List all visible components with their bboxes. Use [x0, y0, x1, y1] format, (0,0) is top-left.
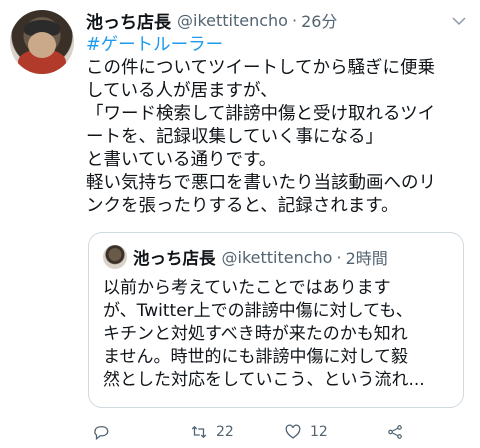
- separator-dot: ·: [291, 10, 298, 30]
- user-handle[interactable]: @ikettitencho: [177, 11, 288, 30]
- quoted-display-name: 池っち店長: [133, 249, 216, 268]
- tweet-line: している人が居ますが、: [86, 81, 278, 101]
- quoted-avatar: [103, 245, 127, 269]
- reply-icon: [94, 426, 109, 441]
- hashtag-link[interactable]: #ゲートルーラー: [86, 34, 466, 57]
- tweet-text: #ゲートルーラー この件についてツイートしてから騒ぎに便乗 している人が居ますが、…: [86, 34, 466, 218]
- timestamp[interactable]: 26分: [301, 8, 337, 32]
- tweet-header: 池っち店長 @ikettitencho · 26分: [86, 8, 337, 33]
- display-name[interactable]: 池っち店長: [86, 8, 171, 33]
- avatar-face: [28, 32, 56, 58]
- quoted-line: キチンと対処すべき時が来たのかも知れ: [103, 324, 408, 344]
- share-icon: [388, 425, 402, 439]
- action-bar: 22 12: [86, 420, 466, 444]
- like-icon: [285, 424, 301, 439]
- quoted-line: 以前から考えていたことではあります: [103, 278, 391, 298]
- quoted-separator-dot: ·: [336, 247, 342, 267]
- tweet-line: 軽い気持ちで悪口を書いたり当該動画へのリ: [86, 173, 436, 193]
- quoted-line: 然とした対応をしていこう、という流れ...: [103, 370, 425, 390]
- retweet-icon: [191, 425, 207, 439]
- quoted-tweet[interactable]: 池っち店長 @ikettitencho · 2時間 以前から考えていたことではあ…: [88, 232, 464, 408]
- tweet-line: ートを、記録収集していく事になる」: [86, 127, 383, 147]
- avatar[interactable]: [10, 10, 74, 74]
- quoted-header: 池っち店長 @ikettitencho · 2時間: [133, 243, 388, 271]
- chevron-down-icon[interactable]: [450, 12, 468, 30]
- tweet-line: 「ワード検索して誹謗中傷と受け取れるツイ: [86, 104, 436, 124]
- share-button[interactable]: [386, 420, 404, 444]
- retweet-count: 22: [216, 424, 234, 440]
- like-count: 12: [310, 424, 328, 440]
- retweet-button[interactable]: 22: [190, 420, 234, 444]
- quoted-handle: @ikettitencho: [221, 247, 333, 267]
- quoted-text: 以前から考えていたことではあります が、Twitter上での誹謗中傷に対しても、…: [103, 277, 453, 392]
- quoted-line: が、Twitter上での誹謗中傷に対しても、: [103, 301, 413, 321]
- like-button[interactable]: 12: [284, 420, 328, 444]
- tweet-line: この件についてツイートしてから騒ぎに便乗: [86, 58, 435, 78]
- quoted-timestamp: 2時間: [345, 249, 388, 268]
- tweet-line: ンクを張ったりすると、記録されます。: [86, 196, 399, 216]
- quoted-line: ません。時世的にも誹謗中傷に対して毅: [103, 347, 408, 367]
- tweet-line: と書いている通りです。: [86, 150, 277, 170]
- reply-button[interactable]: [92, 420, 110, 444]
